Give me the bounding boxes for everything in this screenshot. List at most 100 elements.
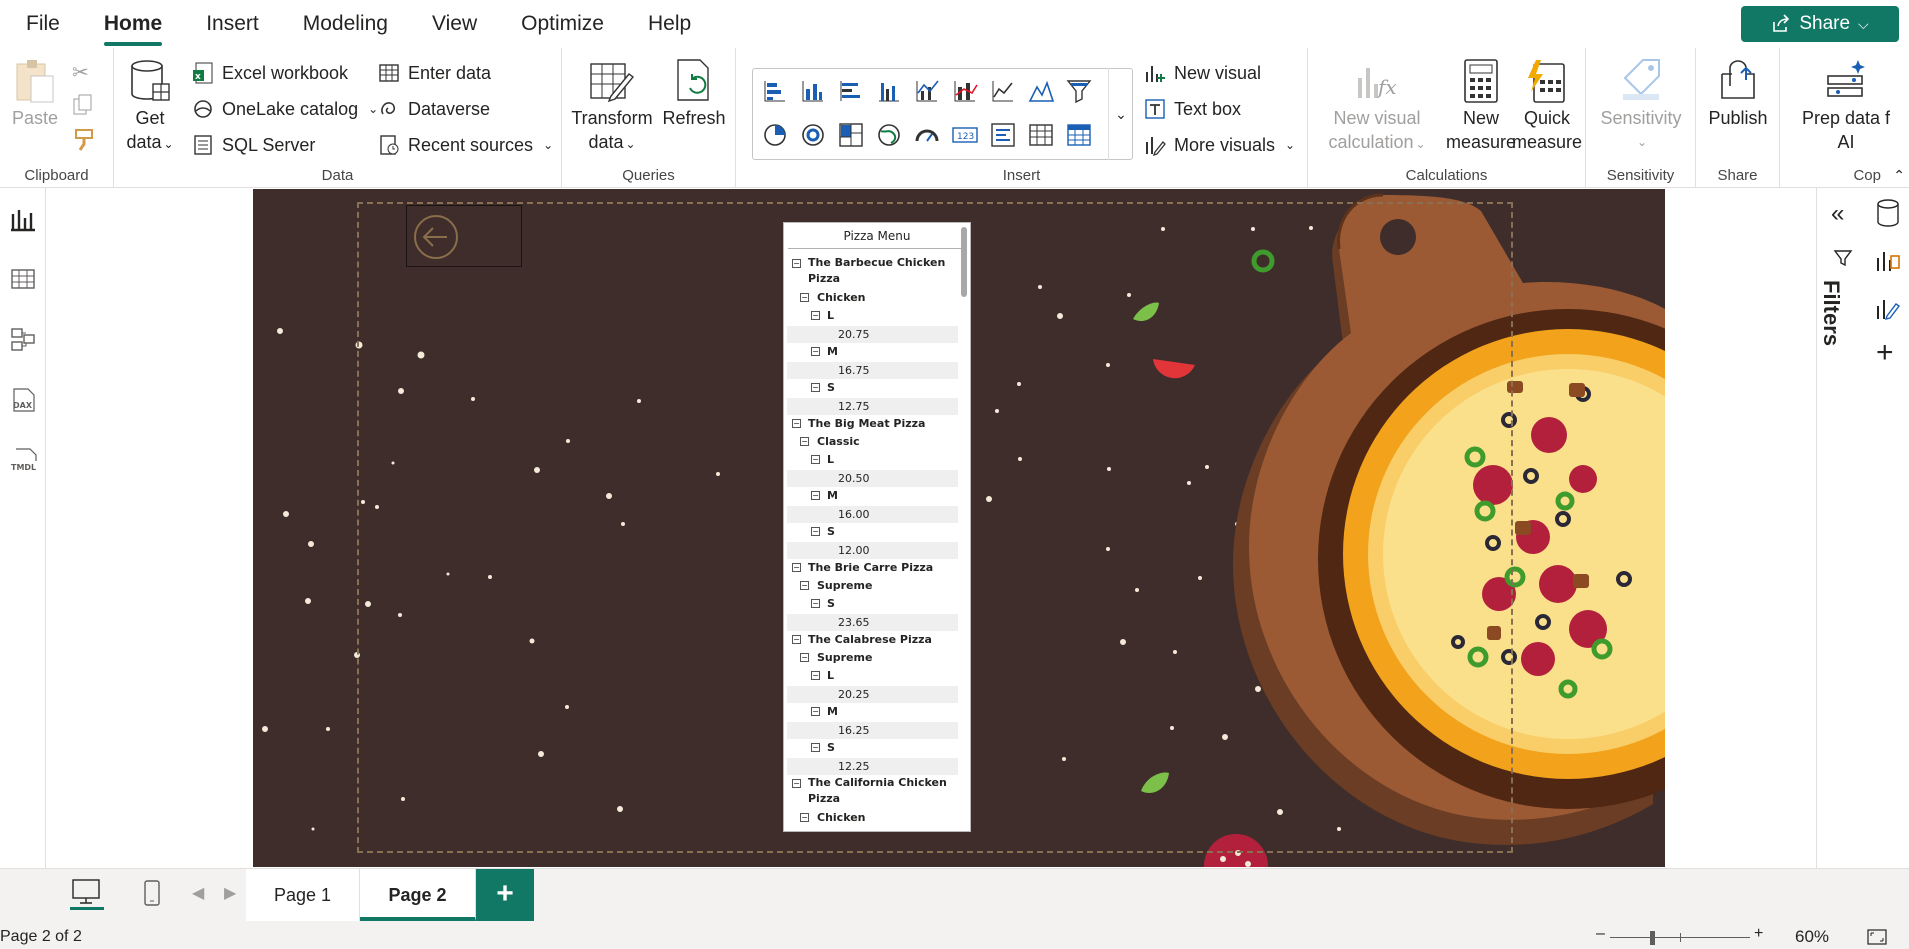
add-pane-icon[interactable]: +: [1876, 338, 1894, 368]
tab-modeling[interactable]: Modeling: [281, 0, 410, 48]
collapse-toggle-icon[interactable]: −: [800, 813, 809, 822]
collapse-toggle-icon[interactable]: −: [792, 635, 801, 644]
copy-icon[interactable]: [72, 94, 94, 116]
matrix-row-header[interactable]: − Chicken: [784, 289, 959, 307]
tab-file[interactable]: File: [0, 0, 82, 48]
collapse-toggle-icon[interactable]: −: [811, 707, 820, 716]
gauge-icon[interactable]: [913, 121, 941, 149]
report-view-icon[interactable]: [10, 206, 36, 232]
collapse-toggle-icon[interactable]: −: [792, 779, 801, 788]
zoom-slider[interactable]: – +: [1596, 925, 1768, 945]
collapse-toggle-icon[interactable]: −: [811, 599, 820, 608]
back-button[interactable]: [406, 205, 522, 267]
enter-data-button[interactable]: Enter data: [378, 58, 491, 88]
data-pane-icon[interactable]: [1875, 198, 1901, 233]
prep-data-for-ai-button[interactable]: Prep data f AI: [1786, 58, 1906, 154]
filters-pane[interactable]: « Filters: [1816, 188, 1866, 878]
collapse-toggle-icon[interactable]: −: [792, 419, 801, 428]
table-visual-icon[interactable]: [1027, 121, 1055, 149]
new-measure-button[interactable]: New measure: [1446, 58, 1516, 154]
collapse-toggle-icon[interactable]: −: [800, 581, 809, 590]
line-chart-icon[interactable]: [989, 77, 1017, 105]
matrix-row-header[interactable]: − The Calabrese Pizza: [784, 631, 959, 649]
format-painter-icon[interactable]: [72, 128, 96, 152]
model-view-icon[interactable]: [10, 326, 36, 352]
matrix-row-header[interactable]: − L: [784, 451, 959, 469]
more-visuals-button[interactable]: More visuals ⌄: [1144, 130, 1295, 160]
collapse-toggle-icon[interactable]: −: [800, 437, 809, 446]
format-visual-icon[interactable]: [1875, 246, 1901, 279]
tab-home[interactable]: Home: [82, 0, 184, 48]
build-visual-icon[interactable]: [1875, 294, 1901, 327]
ribbon-chart-icon[interactable]: [951, 77, 979, 105]
next-page-icon[interactable]: ▶: [224, 883, 236, 903]
card-icon[interactable]: 123: [951, 121, 979, 149]
mobile-layout-icon[interactable]: [142, 879, 162, 912]
share-button[interactable]: Share ⌵: [1741, 6, 1899, 42]
matrix-row-header[interactable]: − The Big Meat Pizza: [784, 415, 959, 433]
matrix-row-header[interactable]: − The Brie Carre Pizza: [784, 559, 959, 577]
expand-pane-icon[interactable]: «: [1831, 202, 1844, 226]
fit-to-page-icon[interactable]: [1866, 928, 1888, 949]
onelake-catalog-button[interactable]: OneLake catalog ⌄: [192, 94, 378, 124]
matrix-scrollbar[interactable]: [961, 227, 967, 297]
pizza-menu-matrix[interactable]: Pizza Menu − The Barbecue Chicken Pizza − C…: [783, 222, 971, 832]
matrix-row-header[interactable]: − Supreme: [784, 649, 959, 667]
matrix-visual-icon[interactable]: [1065, 121, 1093, 149]
refresh-button[interactable]: Refresh: [662, 58, 726, 130]
quick-measure-button[interactable]: Quick measure: [1512, 58, 1582, 154]
publish-button[interactable]: Publish: [1706, 58, 1770, 130]
stacked-bar-chart-icon[interactable]: [761, 77, 789, 105]
collapse-toggle-icon[interactable]: −: [811, 743, 820, 752]
recent-sources-button[interactable]: Recent sources ⌄: [378, 130, 553, 160]
line-column-chart-icon[interactable]: [913, 77, 941, 105]
get-data-button[interactable]: Get data ⌄: [126, 58, 174, 156]
matrix-row-header[interactable]: − S: [784, 595, 959, 613]
zoom-out-icon[interactable]: –: [1596, 925, 1605, 943]
area-chart-icon[interactable]: [1027, 77, 1055, 105]
page-tab-1[interactable]: Page 1: [246, 869, 360, 921]
matrix-row-header[interactable]: − S: [784, 379, 959, 397]
collapse-toggle-icon[interactable]: −: [811, 671, 820, 680]
matrix-row-header[interactable]: − M: [784, 703, 959, 721]
matrix-row-header[interactable]: − S: [784, 523, 959, 541]
sql-server-button[interactable]: SQL Server: [192, 130, 315, 160]
donut-chart-icon[interactable]: [799, 121, 827, 149]
matrix-row-header[interactable]: − M: [784, 343, 959, 361]
excel-workbook-button[interactable]: x Excel workbook: [192, 58, 348, 88]
multi-row-card-icon[interactable]: [989, 121, 1017, 149]
table-view-icon[interactable]: [10, 266, 36, 292]
collapse-ribbon-icon[interactable]: ⌃: [1893, 167, 1905, 184]
treemap-icon[interactable]: [837, 121, 865, 149]
matrix-row-header[interactable]: − Chicken: [784, 809, 959, 827]
new-visual-calculation-button[interactable]: fx New visual calculation ⌄: [1318, 58, 1436, 156]
collapse-toggle-icon[interactable]: −: [800, 653, 809, 662]
tab-optimize[interactable]: Optimize: [499, 0, 626, 48]
zoom-in-icon[interactable]: +: [1754, 925, 1763, 943]
zoom-thumb[interactable]: [1650, 931, 1655, 945]
transform-data-button[interactable]: Transform data ⌄: [571, 58, 653, 156]
tmdl-view-icon[interactable]: TMDL: [10, 446, 40, 472]
matrix-row-header[interactable]: − L: [784, 307, 959, 325]
collapse-toggle-icon[interactable]: −: [811, 491, 820, 500]
stacked-column-chart-icon[interactable]: [799, 77, 827, 105]
gallery-expand-icon[interactable]: ⌄: [1108, 68, 1133, 160]
dataverse-button[interactable]: Dataverse: [378, 94, 490, 124]
clustered-bar-chart-icon[interactable]: [837, 77, 865, 105]
collapse-toggle-icon[interactable]: −: [811, 527, 820, 536]
tab-view[interactable]: View: [410, 0, 499, 48]
previous-page-icon[interactable]: ◀: [192, 883, 204, 903]
sensitivity-button[interactable]: Sensitivity ⌄: [1596, 58, 1686, 154]
tab-help[interactable]: Help: [626, 0, 713, 48]
collapse-toggle-icon[interactable]: −: [792, 563, 801, 572]
matrix-row-header[interactable]: − The Barbecue Chicken Pizza: [784, 255, 959, 289]
collapse-toggle-icon[interactable]: −: [811, 311, 820, 320]
dax-query-view-icon[interactable]: DAX: [10, 386, 36, 412]
paste-button[interactable]: Paste: [12, 58, 58, 130]
collapse-toggle-icon[interactable]: −: [811, 347, 820, 356]
collapse-toggle-icon[interactable]: −: [792, 259, 801, 268]
add-page-button[interactable]: +: [476, 869, 534, 921]
matrix-row-header[interactable]: − S: [784, 739, 959, 757]
new-visual-button[interactable]: New visual: [1144, 58, 1261, 88]
funnel-chart-icon[interactable]: [1065, 77, 1093, 105]
